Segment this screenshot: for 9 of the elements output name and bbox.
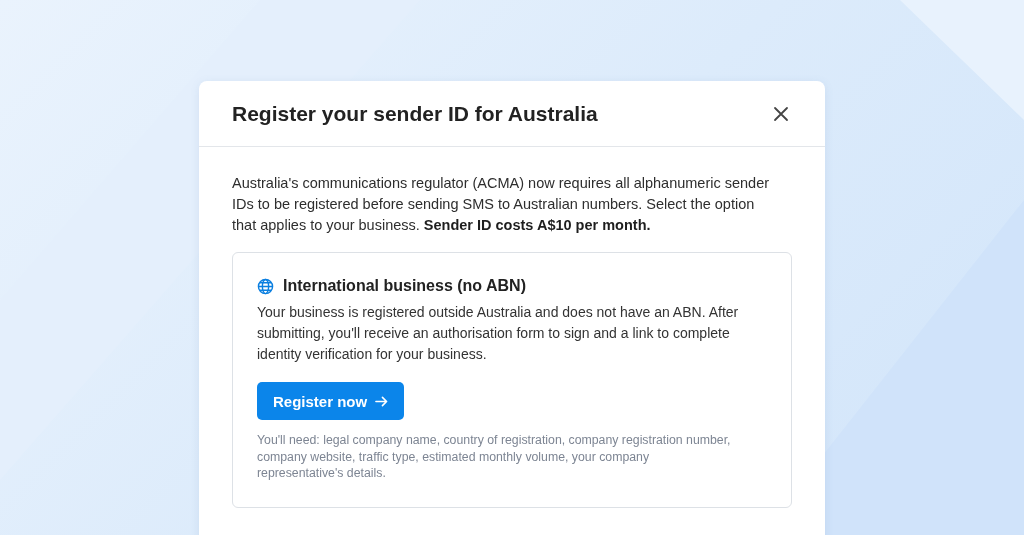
close-icon[interactable] xyxy=(773,105,789,122)
globe-icon xyxy=(257,277,274,295)
dialog-title: Register your sender ID for Australia xyxy=(232,101,598,126)
intro-text: Australia's communications regulator (ACMA) now requires all alphanumeric sender IDs to be registered before sending SMS to Australian numbers. Select the option that applies to your business. Sender ID costs A$10 per month. xyxy=(232,174,771,235)
requirements-note: You'll need: legal company name, country of registration, company registration number, company website, traffic type, estimated monthly volume, your company representative's details. xyxy=(257,432,732,482)
option-title: International business (no ABN) xyxy=(283,277,526,295)
arrow-right-icon xyxy=(375,394,389,408)
register-button[interactable]: Register now xyxy=(257,382,405,420)
option-description: Your business is registered outside Australia and does not have an ABN. After submitting, you'll receive an authorisation form to sign and a link to complete identity verification for your business. xyxy=(257,303,740,364)
